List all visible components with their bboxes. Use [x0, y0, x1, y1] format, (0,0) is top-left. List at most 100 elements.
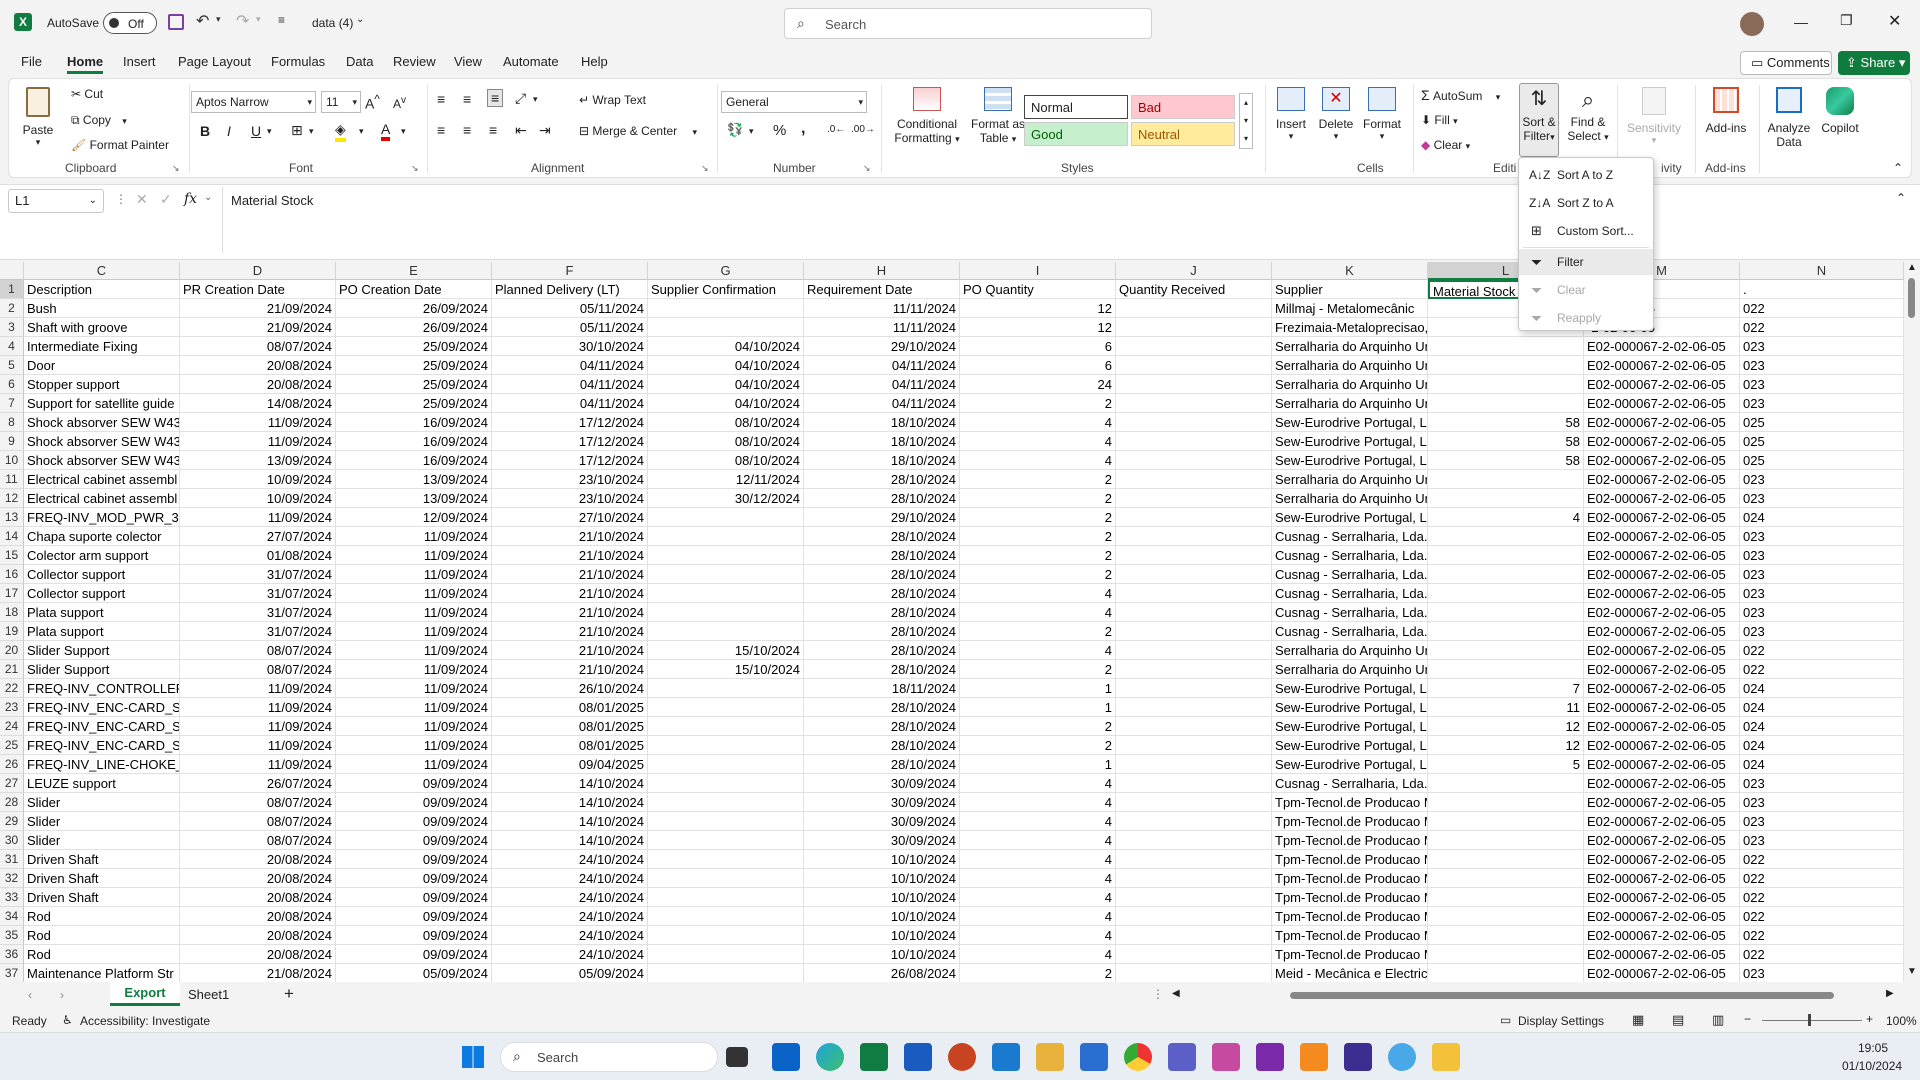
table-cell[interactable] — [648, 565, 804, 584]
decrease-font-icon[interactable]: Av — [393, 95, 406, 111]
table-cell[interactable]: 10/09/2024 — [180, 489, 336, 508]
table-cell[interactable] — [1428, 641, 1584, 660]
table-cell[interactable]: 25/09/2024 — [336, 394, 492, 413]
table-cell[interactable]: 5 — [1428, 755, 1584, 774]
table-cell[interactable] — [1428, 945, 1584, 964]
table-cell[interactable]: 08/01/2025 — [492, 717, 648, 736]
table-cell[interactable] — [1116, 527, 1272, 546]
table-cell[interactable] — [1116, 869, 1272, 888]
table-cell[interactable] — [648, 945, 804, 964]
column-header-g[interactable]: G — [648, 262, 804, 280]
hscroll-right-icon[interactable]: ▶ — [1886, 988, 1894, 999]
chrome-icon[interactable] — [1124, 1043, 1152, 1071]
table-cell[interactable] — [1428, 546, 1584, 565]
table-cell[interactable]: Serralharia do Arquinho Unipessoal — [1272, 375, 1428, 394]
table-cell[interactable] — [1428, 622, 1584, 641]
table-cell[interactable]: 4 — [960, 869, 1116, 888]
table-cell[interactable]: Tpm-Tecnol.de Producao Mec.Lda — [1272, 869, 1428, 888]
table-cell[interactable]: 024 — [1740, 755, 1904, 774]
table-cell[interactable]: 24/10/2024 — [492, 888, 648, 907]
table-cell[interactable] — [1428, 660, 1584, 679]
table-cell[interactable] — [1428, 812, 1584, 831]
table-cell[interactable]: Slider — [24, 793, 180, 812]
table-cell[interactable]: Slider Support — [24, 641, 180, 660]
table-cell[interactable] — [1116, 907, 1272, 926]
table-cell[interactable] — [648, 888, 804, 907]
table-cell[interactable] — [1116, 641, 1272, 660]
delete-cells-button[interactable]: ✕ Delete ▾ — [1315, 87, 1357, 142]
table-cell[interactable]: 09/09/2024 — [336, 850, 492, 869]
powerpoint-icon[interactable] — [948, 1043, 976, 1071]
fill-button[interactable]: ⬇ Fill ▾ — [1421, 113, 1458, 127]
table-cell[interactable]: Support for satellite guide — [24, 394, 180, 413]
table-cell[interactable]: 09/04/2025 — [492, 755, 648, 774]
table-cell[interactable]: 4 — [960, 850, 1116, 869]
table-cell[interactable]: 20/08/2024 — [180, 869, 336, 888]
spreadsheet-grid[interactable]: C D E F G H I J K L M N 1 Description PR Creation Date… — [0, 262, 1904, 982]
defender-icon[interactable] — [1080, 1043, 1108, 1071]
table-cell[interactable]: 4 — [960, 945, 1116, 964]
table-cell[interactable]: 30/09/2024 — [804, 831, 960, 850]
style-normal[interactable]: Normal — [1024, 95, 1128, 119]
table-cell[interactable]: Sew-Eurodrive Portugal, L — [1272, 736, 1428, 755]
table-cell[interactable]: 26/07/2024 — [180, 774, 336, 793]
table-cell[interactable]: 11/09/2024 — [180, 736, 336, 755]
table-cell[interactable]: E02-000067-2-02-06-05 — [1584, 641, 1740, 660]
table-cell[interactable]: 09/09/2024 — [336, 926, 492, 945]
table-cell[interactable]: 04/11/2024 — [492, 375, 648, 394]
row-number[interactable]: 2 — [0, 299, 24, 318]
table-cell[interactable]: 022 — [1740, 299, 1904, 318]
table-cell[interactable] — [1428, 565, 1584, 584]
table-cell[interactable]: FREQ-INV_ENC-CARD_SAF — [24, 717, 180, 736]
table-cell[interactable]: E02-000067-2-02-06-05 — [1584, 451, 1740, 470]
table-cell[interactable]: 023 — [1740, 337, 1904, 356]
row-number[interactable]: 28 — [0, 793, 24, 812]
table-cell[interactable]: 21/10/2024 — [492, 527, 648, 546]
table-cell[interactable] — [1116, 945, 1272, 964]
table-cell[interactable]: 2 — [960, 565, 1116, 584]
table-cell[interactable]: Cusnag - Serralharia, Lda. — [1272, 546, 1428, 565]
table-cell[interactable]: 024 — [1740, 736, 1904, 755]
tab-home[interactable]: Home — [67, 54, 104, 74]
table-cell[interactable]: Serralharia do Arquinho Unipessoal — [1272, 394, 1428, 413]
table-cell[interactable]: 14/10/2024 — [492, 831, 648, 850]
word-icon[interactable] — [904, 1043, 932, 1071]
clipboard-launcher-icon[interactable]: ↘ — [172, 163, 180, 174]
table-cell[interactable]: 11/09/2024 — [180, 508, 336, 527]
addins-button[interactable]: Add-ins — [1701, 87, 1751, 135]
table-cell[interactable]: 12 — [1428, 717, 1584, 736]
app4-icon[interactable] — [1388, 1043, 1416, 1071]
table-cell[interactable]: Tpm-Tecnol.de Producao Mec.Lda — [1272, 831, 1428, 850]
table-cell[interactable]: 09/09/2024 — [336, 869, 492, 888]
row-number[interactable]: 26 — [0, 755, 24, 774]
column-header-k[interactable]: K — [1272, 262, 1428, 280]
row-number[interactable]: 1 — [0, 280, 24, 299]
table-cell[interactable]: 18/11/2024 — [804, 679, 960, 698]
increase-indent-icon[interactable]: ⇥ — [539, 122, 551, 139]
table-cell[interactable]: 09/09/2024 — [336, 888, 492, 907]
table-cell[interactable]: 11/09/2024 — [336, 641, 492, 660]
style-neutral[interactable]: Neutral — [1131, 122, 1235, 146]
table-cell[interactable]: 20/08/2024 — [180, 926, 336, 945]
table-cell[interactable]: 10/10/2024 — [804, 850, 960, 869]
table-cell[interactable]: 09/09/2024 — [336, 945, 492, 964]
table-cell[interactable]: 17/12/2024 — [492, 432, 648, 451]
table-cell[interactable] — [1116, 660, 1272, 679]
table-cell[interactable]: 27/07/2024 — [180, 527, 336, 546]
table-cell[interactable] — [1428, 375, 1584, 394]
table-cell[interactable] — [1428, 850, 1584, 869]
table-cell[interactable]: 08/01/2025 — [492, 736, 648, 755]
table-cell[interactable]: 09/09/2024 — [336, 793, 492, 812]
table-cell[interactable]: 4 — [960, 451, 1116, 470]
borders-icon[interactable]: ⊞ — [291, 122, 303, 139]
table-cell[interactable]: 04/10/2024 — [648, 394, 804, 413]
table-cell[interactable] — [1116, 413, 1272, 432]
table-cell[interactable] — [1116, 546, 1272, 565]
table-cell[interactable]: E02-000067-2-02-06-05 — [1584, 698, 1740, 717]
table-cell[interactable]: Serralharia do Arquinho Unipessoal — [1272, 489, 1428, 508]
table-cell[interactable] — [1116, 565, 1272, 584]
header-cell[interactable]: Supplier — [1272, 280, 1428, 299]
row-number[interactable]: 10 — [0, 451, 24, 470]
table-cell[interactable]: 20/08/2024 — [180, 907, 336, 926]
underline-dropdown-icon[interactable]: ▾ — [267, 126, 272, 137]
